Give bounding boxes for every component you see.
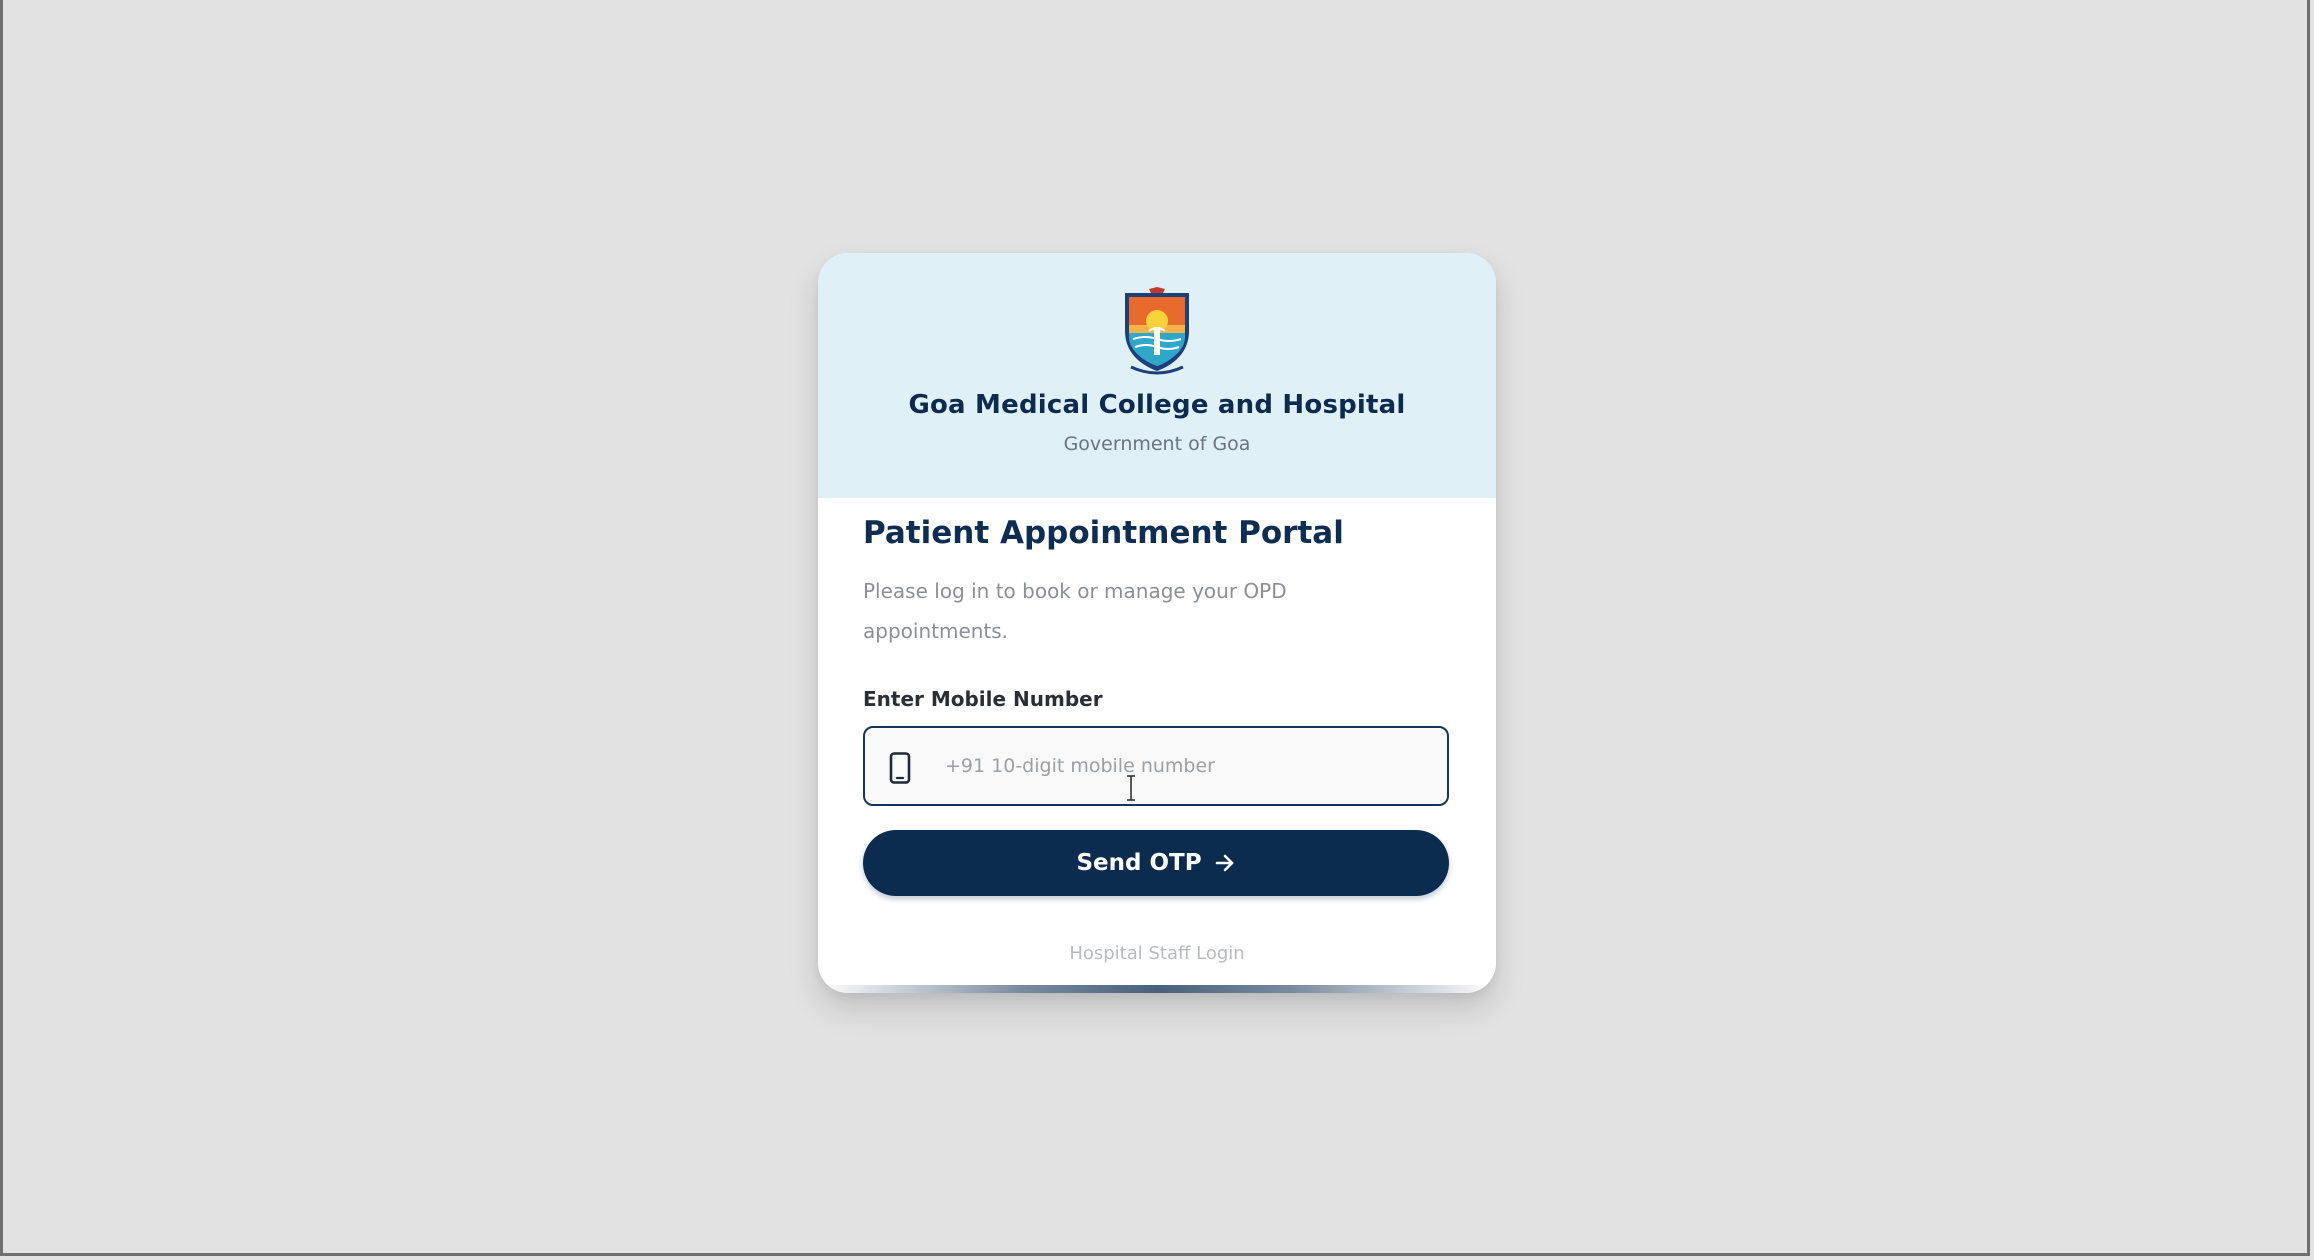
- org-name: Goa Medical College and Hospital: [908, 390, 1406, 420]
- card-header: Goa Medical College and Hospital Governm…: [818, 253, 1496, 498]
- mobile-input-wrapper[interactable]: [863, 726, 1449, 806]
- arrow-right-icon: [1215, 854, 1233, 872]
- send-otp-label: Send OTP: [1076, 850, 1202, 876]
- send-otp-button[interactable]: Send OTP: [863, 830, 1449, 896]
- smartphone-icon: [889, 752, 911, 784]
- hospital-staff-login-link[interactable]: Hospital Staff Login: [818, 943, 1496, 964]
- mobile-number-input[interactable]: [945, 728, 1435, 804]
- portal-title: Patient Appointment Portal: [863, 515, 1344, 551]
- mobile-field-label: Enter Mobile Number: [863, 687, 1103, 711]
- portal-description: Please log in to book or manage your OPD…: [863, 579, 1287, 643]
- gmc-crest-logo: [1125, 287, 1189, 375]
- text-cursor-icon: [1127, 775, 1135, 801]
- org-subtitle: Government of Goa: [1063, 433, 1251, 455]
- card-bottom-accent: [818, 985, 1496, 993]
- login-card: Goa Medical College and Hospital Governm…: [818, 253, 1496, 993]
